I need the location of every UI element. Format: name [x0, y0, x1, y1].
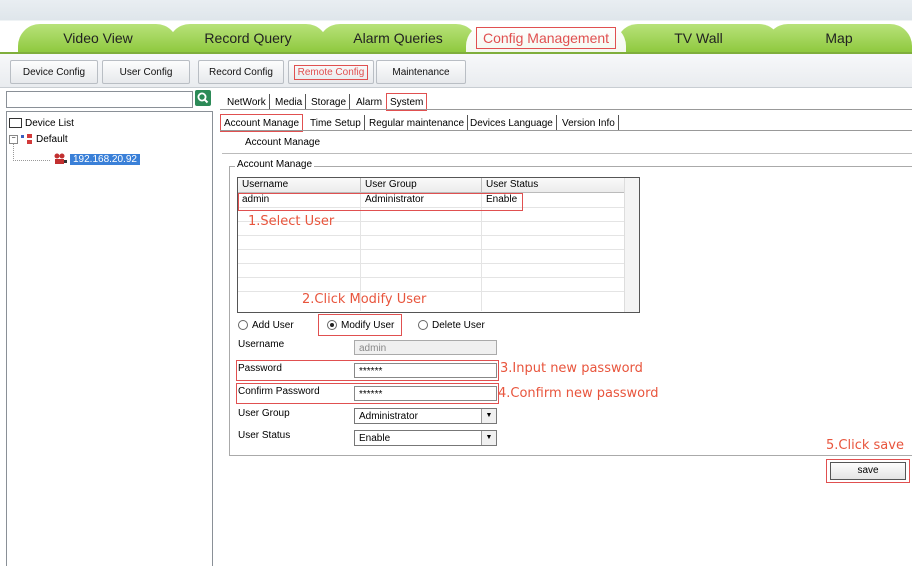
tab-version-info[interactable]: Version Info — [559, 115, 619, 131]
save-button[interactable]: save — [830, 462, 906, 480]
tree-group-label: Default — [36, 133, 68, 145]
password-label: Password — [238, 363, 282, 374]
tab-map[interactable]: Map — [766, 24, 912, 52]
tab-tv-wall[interactable]: TV Wall — [616, 24, 781, 52]
group-icon — [21, 134, 32, 144]
main-tab-bar: Video View Record Query Alarm Queries Ma… — [0, 0, 912, 53]
subtab-label: Record Config — [209, 66, 273, 78]
tab-alarm-queries[interactable]: Alarm Queries — [318, 24, 478, 52]
user-group-label: User Group — [238, 408, 290, 419]
select-value: Administrator — [359, 411, 418, 422]
tab-config-management[interactable]: Config Management — [466, 24, 626, 52]
selection-highlight — [238, 193, 523, 211]
camera-icon — [54, 153, 67, 164]
tab-regular-maintenance[interactable]: Regular maintenance — [366, 115, 469, 131]
tab-label: Record Query — [204, 30, 292, 46]
radio-label: Delete User — [432, 319, 485, 331]
chevron-down-icon[interactable]: ▼ — [481, 431, 496, 445]
tab-label: Account Manage — [224, 117, 300, 129]
subtab-remote-config[interactable]: Remote Config — [288, 60, 374, 84]
tab-storage[interactable]: Storage — [308, 94, 351, 110]
tab-label: Video View — [63, 30, 133, 46]
table-scroll-area[interactable] — [624, 178, 639, 312]
section-divider — [222, 153, 912, 154]
tab-network[interactable]: NetWork — [224, 94, 270, 110]
tab-divider — [220, 130, 912, 131]
search-input[interactable] — [6, 91, 193, 108]
select-value: Enable — [359, 433, 391, 444]
subtab-maintenance[interactable]: Maintenance — [376, 60, 466, 84]
annotation-step2: 2.Click Modify User — [302, 292, 427, 307]
annotation-step4: 4.Confirm new password — [498, 386, 659, 401]
user-status-select[interactable]: Enable ▼ — [354, 430, 497, 446]
tab-label: System — [390, 96, 424, 108]
tab-devices-language[interactable]: Devices Language — [467, 115, 557, 131]
tab-label: Storage — [311, 96, 347, 108]
tree-root[interactable]: Device List — [9, 116, 74, 130]
grid-line — [238, 291, 625, 292]
tab-media[interactable]: Media — [272, 94, 307, 110]
annotation-step1: 1.Select User — [248, 214, 335, 229]
subtab-label: Device Config — [22, 66, 86, 78]
tree-connector — [13, 144, 51, 161]
user-group-select[interactable]: Administrator ▼ — [354, 408, 497, 424]
tree-device-label: 192.168.20.92 — [70, 153, 140, 165]
tab-label: Time Setup — [310, 117, 361, 129]
tab-time-setup[interactable]: Time Setup — [307, 115, 365, 131]
grid-line — [238, 277, 625, 278]
subtab-label: Remote Config — [293, 64, 369, 80]
radio-delete-user[interactable]: Delete User — [418, 318, 485, 332]
column-header-username[interactable]: Username — [238, 178, 361, 193]
subtab-label: Maintenance — [392, 66, 450, 78]
password-field[interactable]: ****** — [354, 363, 497, 378]
tab-label: Devices Language — [470, 117, 553, 129]
username-label: Username — [238, 339, 285, 350]
tab-label: NetWork — [227, 96, 266, 108]
tab-label: Config Management — [475, 27, 617, 49]
subtab-label: User Config — [119, 66, 173, 78]
device-list-icon — [9, 118, 22, 128]
tree-root-label: Device List — [25, 117, 74, 129]
radio-add-user[interactable]: Add User — [238, 318, 294, 332]
fieldset-legend: Account Manage — [235, 159, 315, 170]
tree-device-item[interactable]: 192.168.20.92 — [53, 152, 140, 166]
tab-record-query[interactable]: Record Query — [168, 24, 328, 52]
subtab-user-config[interactable]: User Config — [102, 60, 190, 84]
grid-line — [238, 263, 625, 264]
chevron-down-icon[interactable]: ▼ — [481, 409, 496, 423]
confirm-password-label: Confirm Password — [238, 386, 320, 397]
confirm-password-field[interactable]: ****** — [354, 386, 497, 401]
tab-divider — [220, 109, 912, 110]
annotation-step5: 5.Click save — [826, 438, 904, 453]
column-header-user-status[interactable]: User Status — [482, 178, 626, 193]
user-status-label: User Status — [238, 430, 291, 441]
annotation-step3: 3.Input new password — [500, 361, 643, 376]
column-header-user-group[interactable]: User Group — [361, 178, 482, 193]
tab-video-view[interactable]: Video View — [18, 24, 178, 52]
grid-line — [238, 249, 625, 250]
tab-label: Alarm Queries — [353, 30, 443, 46]
tab-label: TV Wall — [674, 30, 723, 46]
modify-user-highlight — [318, 314, 402, 336]
grid-line — [238, 235, 625, 236]
radio-label: Add User — [252, 319, 294, 331]
subtab-device-config[interactable]: Device Config — [10, 60, 98, 84]
subtab-record-config[interactable]: Record Config — [198, 60, 284, 84]
section-title: Account Manage — [245, 137, 321, 148]
tab-label: Regular maintenance — [369, 117, 465, 129]
collapse-icon[interactable]: − — [9, 134, 18, 144]
sub-tab-bar: Device Config User Config Record Config … — [0, 54, 912, 88]
tab-label: Alarm — [356, 96, 383, 108]
tab-label: Version Info — [562, 117, 615, 129]
search-icon — [197, 92, 209, 104]
tab-label: Map — [825, 30, 853, 46]
radio-circle[interactable] — [418, 320, 428, 330]
radio-circle[interactable] — [238, 320, 248, 330]
tab-label: Media — [275, 96, 303, 108]
device-tree: Device List − Default 192.168.20.92 — [6, 111, 213, 566]
search-button[interactable] — [195, 90, 211, 106]
tab-alarm[interactable]: Alarm — [353, 94, 385, 110]
username-field[interactable]: admin — [354, 340, 497, 355]
